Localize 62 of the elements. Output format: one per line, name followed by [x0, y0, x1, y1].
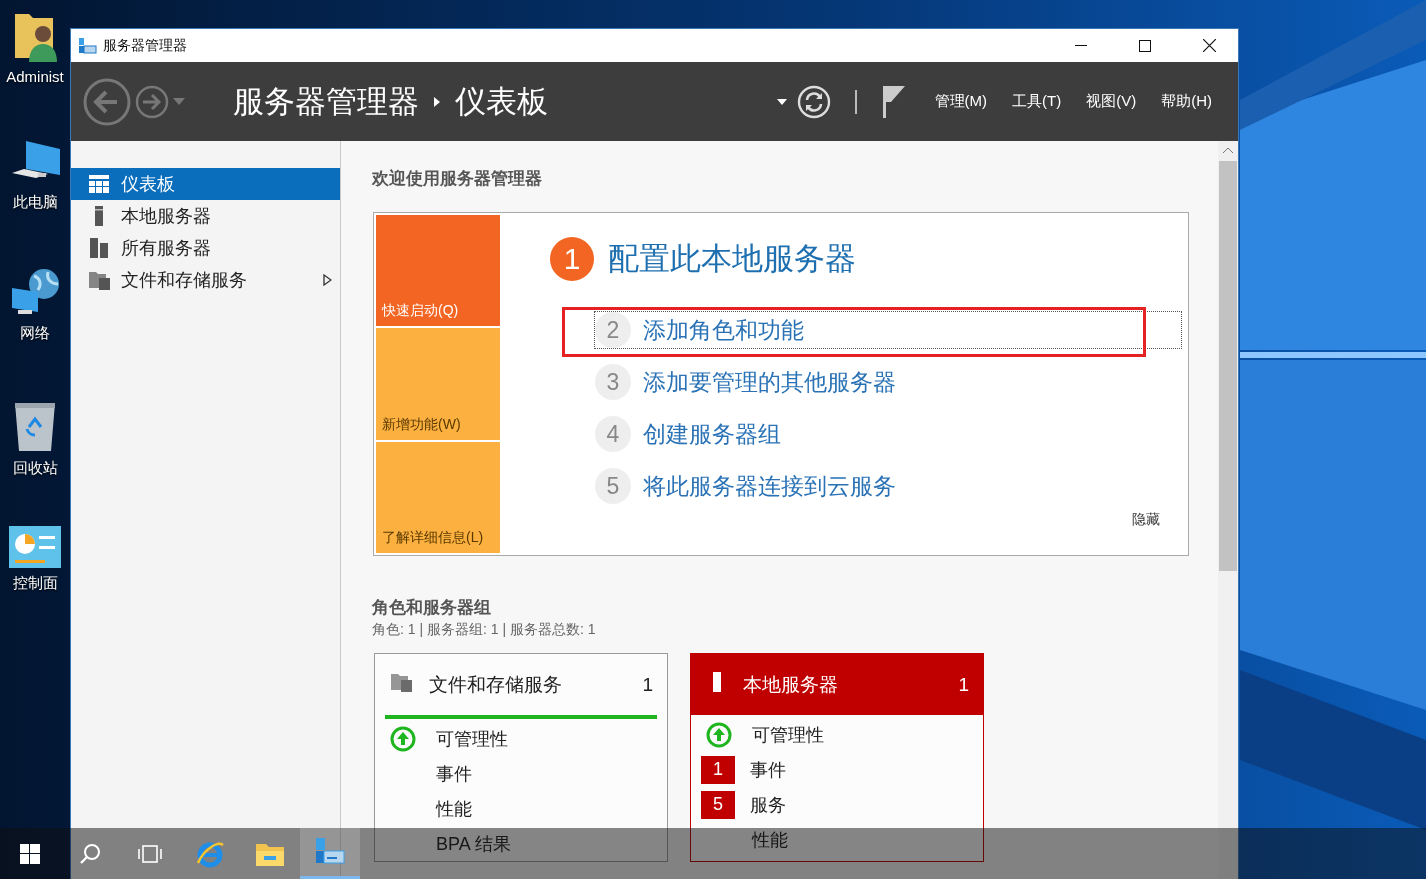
refresh-button[interactable]: [796, 84, 831, 119]
task-view-icon: [138, 843, 162, 864]
desktop-icon-label: 回收站: [12, 459, 58, 478]
desktop-icon-label: 控制面: [12, 574, 58, 593]
count-badge: 1: [701, 755, 735, 784]
tile-row-link[interactable]: BPA 结果: [436, 831, 511, 856]
sidebar-item[interactable]: 仪表板: [71, 168, 340, 200]
tile-row-link[interactable]: 服务: [750, 792, 786, 817]
server-manager-icon: [314, 837, 346, 867]
dashboard-icon: [89, 175, 109, 193]
tile-row-link[interactable]: 可管理性: [752, 722, 824, 747]
tile-row-link[interactable]: 可管理性: [436, 726, 508, 751]
section-title: 角色和服务器组: [372, 597, 492, 619]
flag-icon[interactable]: [880, 85, 905, 118]
desktop-icon-label: 网络: [20, 324, 50, 343]
tile-row-link[interactable]: 性能: [436, 796, 472, 821]
desktop-icon-label: Administ: [6, 68, 64, 85]
step-link[interactable]: 4 创建服务器组: [594, 415, 1182, 453]
tile-row-link[interactable]: 事件: [750, 757, 786, 782]
count-badge: 5: [701, 790, 735, 819]
sidebar-item[interactable]: 本地服务器: [71, 200, 340, 232]
folder-icon: [391, 672, 413, 692]
menu-item[interactable]: 工具(T): [1012, 92, 1062, 111]
folder-icon: [89, 270, 111, 290]
step-number: 1: [550, 237, 594, 281]
step-link[interactable]: 2 添加角色和功能: [594, 311, 1182, 349]
desktop-icon-label: 此电脑: [12, 193, 58, 212]
close-button[interactable]: [1202, 39, 1216, 52]
section-title: 欢迎使用服务器管理器: [372, 168, 543, 190]
menu-item[interactable]: 帮助(H): [1161, 92, 1212, 111]
caret-icon[interactable]: [776, 98, 787, 105]
quick-start-tab[interactable]: 了解详细信息(L): [376, 441, 500, 553]
dropdown-caret-icon[interactable]: [173, 97, 185, 106]
minimize-button[interactable]: [1075, 44, 1087, 47]
taskbar-button[interactable]: [300, 828, 360, 879]
scroll-up-icon[interactable]: [1223, 147, 1233, 153]
quick-start-heading[interactable]: 配置此本地服务器: [608, 238, 856, 280]
app-icon: [79, 37, 97, 54]
menu-item[interactable]: 管理(M): [934, 92, 987, 111]
breadcrumb-item[interactable]: 仪表板: [455, 80, 548, 123]
expand-arrow-icon[interactable]: [323, 274, 332, 286]
breadcrumb-arrow-icon: [433, 95, 441, 108]
maximize-button[interactable]: [1139, 39, 1151, 52]
servers-icon: [89, 238, 109, 258]
search-icon: [79, 842, 101, 865]
tile-header[interactable]: 本地服务器 1: [691, 653, 983, 715]
hide-link[interactable]: 隐藏: [1132, 511, 1160, 529]
tile-row-link[interactable]: 事件: [436, 761, 472, 786]
menu-item[interactable]: 视图(V): [1086, 92, 1137, 111]
sidebar-item[interactable]: 所有服务器: [71, 232, 340, 264]
step-link[interactable]: 5 将此服务器连接到云服务: [594, 467, 1182, 505]
window-title: 服务器管理器: [103, 36, 188, 55]
quick-start-tab[interactable]: 新增功能(W): [376, 328, 500, 440]
breadcrumb-item[interactable]: 服务器管理器: [233, 80, 419, 123]
step-link[interactable]: 3 添加要管理的其他服务器: [594, 363, 1182, 401]
back-button[interactable]: [83, 77, 131, 126]
sidebar-item[interactable]: 文件和存储服务: [71, 264, 340, 296]
tile-row-link[interactable]: 性能: [752, 827, 788, 852]
summary-text: 角色: 1 | 服务器组: 1 | 服务器总数: 1: [372, 621, 597, 639]
windows-logo-icon: [20, 843, 40, 864]
forward-button[interactable]: [135, 84, 169, 119]
scrollbar-thumb[interactable]: [1219, 161, 1237, 571]
